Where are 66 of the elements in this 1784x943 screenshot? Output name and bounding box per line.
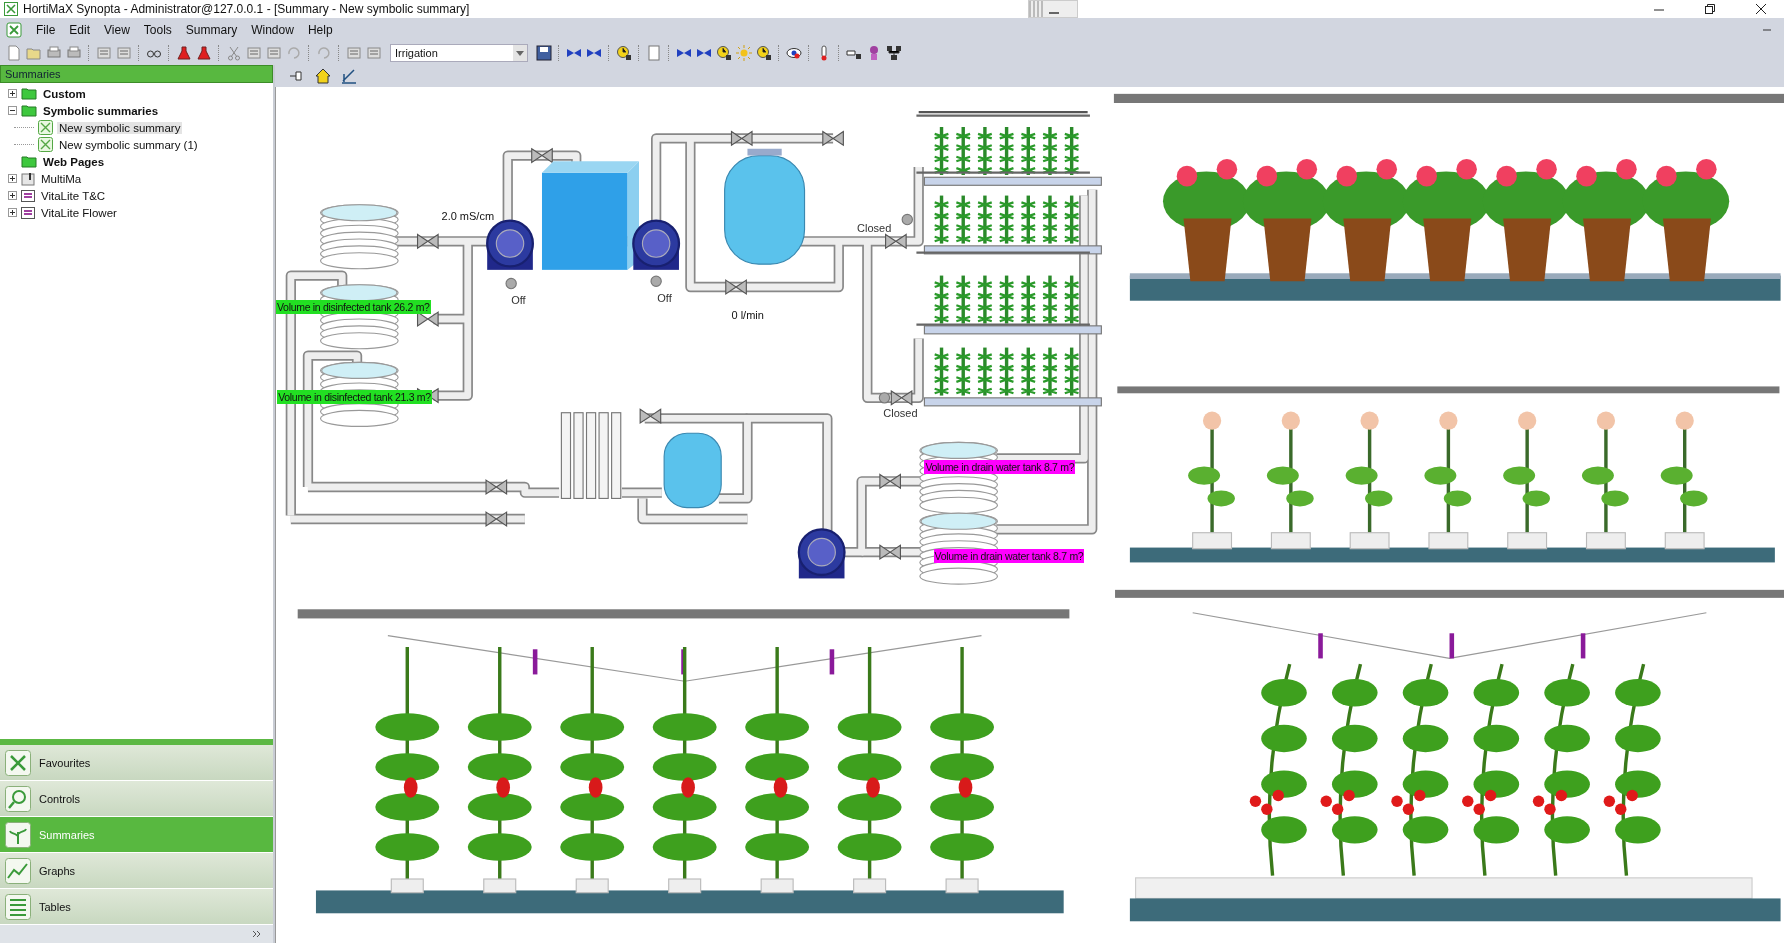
caret-icon (516, 50, 524, 56)
menu-item[interactable]: Summary (185, 22, 238, 37)
reading-text: 2.0 mS/cm (441, 210, 495, 224)
tree-item[interactable]: New symbolic summary (57, 121, 183, 134)
menu-item[interactable]: Help (307, 22, 333, 37)
menu-item[interactable]: View (104, 22, 130, 37)
magnifier-icon (5, 785, 31, 812)
toolbar-icon[interactable] (176, 45, 192, 61)
expand-icon[interactable] (8, 208, 17, 217)
window-title: HortiMaX Synopta - Administrator@127.0.0.1 - [Summary - New symbolic summary] (23, 2, 470, 16)
status-text: Closed (857, 221, 892, 235)
nav-button[interactable]: Graphs (0, 853, 273, 889)
status-text: Off (511, 293, 526, 307)
tree-item[interactable]: VitaLite Flower (39, 206, 119, 219)
nav-button[interactable]: Controls (0, 781, 273, 817)
tree-item[interactable]: Symbolic summaries (41, 104, 161, 117)
nav-button[interactable]: Favourites (0, 745, 273, 781)
status-text: Off (657, 291, 672, 305)
collapse-icon[interactable] (8, 106, 17, 115)
toolbar-icon[interactable] (536, 45, 552, 61)
toolbar-icon[interactable] (786, 45, 802, 61)
tree-item[interactable]: MultiMa (39, 172, 84, 185)
menu-item[interactable]: Edit (69, 22, 91, 37)
folder-icon (21, 87, 37, 100)
panel-header: Summaries (0, 65, 273, 83)
tree-item[interactable]: VitaLite T&C (39, 189, 108, 202)
toolbar-icon[interactable] (756, 45, 772, 61)
summary-icon (38, 137, 53, 152)
folder-icon (21, 104, 37, 117)
tree-item[interactable]: Custom (41, 87, 88, 100)
volume-label: Volume in disinfected tank 26.2 m? (276, 299, 431, 314)
chevron-icon[interactable] (253, 930, 261, 938)
folder-icon (21, 155, 37, 168)
volume-label: Volume in disinfected tank 21.3 m? (277, 389, 432, 404)
tree-item[interactable]: Web Pages (41, 155, 107, 168)
table-icon (5, 893, 31, 920)
close-icon (1755, 3, 1767, 15)
device-icon (21, 171, 35, 186)
list-icon (21, 189, 35, 202)
summary-icon (38, 120, 53, 135)
tree-item[interactable]: New symbolic summary (1) (57, 138, 200, 151)
splitter-handle[interactable] (0, 739, 273, 745)
list-icon (21, 206, 35, 219)
plant-icon (5, 821, 31, 848)
home-icon[interactable] (315, 68, 331, 84)
status-text: Closed (883, 407, 918, 420)
toolbar-icon[interactable] (196, 45, 212, 61)
expand-icon[interactable] (8, 191, 17, 200)
pin-icon[interactable] (289, 68, 305, 84)
expand-icon[interactable] (8, 89, 17, 98)
restore-icon (1704, 3, 1716, 15)
x-logo-icon (5, 749, 31, 776)
menu-item[interactable]: File (36, 22, 56, 37)
volume-label: Volume in drain water tank 8.7 m? (933, 548, 1085, 563)
menu-item[interactable]: Tools (143, 22, 172, 37)
expand-icon[interactable] (8, 174, 17, 183)
toolbar-icon[interactable] (886, 45, 902, 61)
view-dropdown[interactable]: Irrigation (390, 44, 528, 62)
toolbar-icon[interactable] (716, 45, 732, 61)
chart-icon (5, 857, 31, 884)
app-menu-icon[interactable] (6, 21, 22, 38)
snap-controls[interactable] (1027, 0, 1078, 18)
toolbar-icon[interactable] (616, 45, 632, 61)
menu-item[interactable]: Window (251, 22, 294, 37)
reading-text: 0 l/min (731, 308, 764, 322)
nav-button[interactable]: Tables (0, 889, 273, 925)
